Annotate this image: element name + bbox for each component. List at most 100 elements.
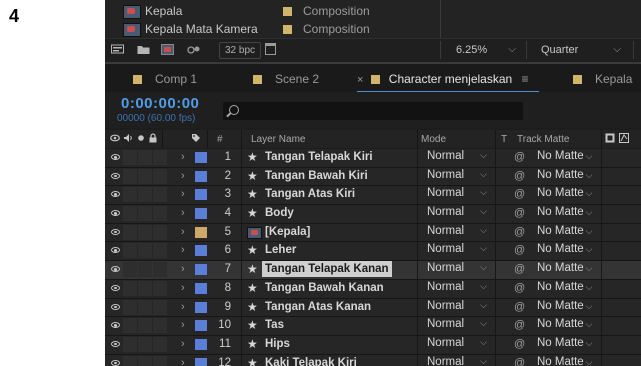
- label-color-swatch[interactable]: [195, 189, 207, 201]
- preserve-transparency-icon[interactable]: @: [514, 151, 525, 163]
- video-switch-icon[interactable]: [110, 133, 120, 143]
- magnification-dropdown[interactable]: 6.25% ⌵: [446, 42, 522, 58]
- layer-name[interactable]: [Kepala]: [265, 226, 310, 238]
- lock-switch-cell[interactable]: [153, 187, 167, 203]
- tab-character-menjelaskan[interactable]: × Character menjelaskan ≡: [357, 64, 539, 94]
- current-time-display[interactable]: 0:00:00:00: [121, 95, 199, 112]
- delete-icon[interactable]: [265, 43, 276, 55]
- blend-mode-dropdown[interactable]: Normal ⌵: [419, 281, 491, 296]
- label-color-swatch[interactable]: [195, 338, 207, 350]
- preserve-transparency-icon[interactable]: @: [514, 170, 525, 182]
- blend-mode-dropdown[interactable]: Normal ⌵: [419, 169, 491, 184]
- preserve-transparency-icon[interactable]: @: [514, 207, 525, 219]
- layer-row[interactable]: › 11 ★ Hips Normal ⌵ @ No Matte ⌵: [105, 335, 641, 355]
- label-color-swatch[interactable]: [195, 170, 207, 182]
- layer-name[interactable]: Hips: [265, 338, 290, 350]
- lock-switch-cell[interactable]: [153, 224, 167, 240]
- preserve-transparency-icon[interactable]: @: [514, 244, 525, 256]
- track-matte-dropdown[interactable]: No Matte ⌵: [537, 356, 593, 366]
- preserve-transparency-icon[interactable]: @: [514, 319, 525, 331]
- layer-row[interactable]: › 2 ★ Tangan Bawah Kiri Normal ⌵ @ No Matte ⌵: [105, 167, 641, 187]
- lock-switch-cell[interactable]: [153, 280, 167, 296]
- visibility-eye-icon[interactable]: [111, 210, 120, 217]
- blend-mode-dropdown[interactable]: Normal ⌵: [419, 337, 491, 352]
- lock-switch-cell[interactable]: [153, 168, 167, 184]
- solo-switch-cell[interactable]: [138, 336, 152, 352]
- visibility-eye-icon[interactable]: [111, 247, 120, 254]
- track-matte-dropdown[interactable]: No Matte ⌵: [537, 169, 593, 181]
- preserve-transparency-icon[interactable]: @: [514, 301, 525, 313]
- layer-row[interactable]: › 4 ★ Body Normal ⌵ @ No Matte ⌵: [105, 205, 641, 224]
- chevron-right-icon[interactable]: ›: [181, 188, 185, 200]
- label-color-swatch[interactable]: [195, 152, 207, 163]
- chevron-right-icon[interactable]: ›: [181, 151, 185, 163]
- search-input[interactable]: [223, 102, 523, 120]
- column-t[interactable]: T: [501, 134, 507, 145]
- preserve-transparency-icon[interactable]: @: [514, 188, 525, 200]
- blend-mode-dropdown[interactable]: Normal ⌵: [419, 243, 491, 258]
- tab-comp-1[interactable]: Comp 1: [133, 64, 197, 94]
- label-color-swatch[interactable]: [195, 226, 207, 238]
- label-color-swatch[interactable]: [195, 282, 207, 294]
- preserve-transparency-icon[interactable]: @: [514, 226, 525, 238]
- lock-icon[interactable]: [148, 133, 158, 143]
- audio-switch-cell[interactable]: [123, 318, 137, 334]
- layer-name[interactable]: Tangan Atas Kiri: [265, 188, 355, 200]
- chevron-right-icon[interactable]: ›: [181, 263, 185, 275]
- solo-switch-cell[interactable]: [138, 168, 152, 184]
- lock-switch-cell[interactable]: [153, 299, 167, 315]
- audio-switch-cell[interactable]: [123, 187, 137, 203]
- track-matte-dropdown[interactable]: No Matte ⌵: [537, 225, 593, 237]
- visibility-eye-icon[interactable]: [111, 303, 120, 310]
- layer-name[interactable]: Tangan Bawah Kanan: [265, 282, 384, 294]
- audio-switch-cell[interactable]: [123, 168, 137, 184]
- track-matte-dropdown[interactable]: No Matte ⌵: [537, 318, 593, 330]
- solo-switch-cell[interactable]: [138, 318, 152, 334]
- project-item[interactable]: Kepala Composition: [105, 3, 545, 20]
- layer-name[interactable]: Tas: [265, 319, 284, 331]
- layer-row[interactable]: › 1 ★ Tangan Telapak Kiri Normal ⌵ @ No Matte ⌵: [105, 149, 641, 168]
- solo-switch-cell[interactable]: [138, 262, 152, 278]
- chevron-right-icon[interactable]: ›: [181, 357, 185, 366]
- audio-switch-icon[interactable]: [123, 133, 133, 143]
- audio-switch-cell[interactable]: [123, 224, 137, 240]
- new-composition-icon[interactable]: [161, 44, 174, 55]
- layer-name[interactable]: Body: [265, 207, 294, 219]
- layer-row[interactable]: › 3 ★ Tangan Atas Kiri Normal ⌵ @ No Matte ⌵: [105, 186, 641, 206]
- layer-name[interactable]: Tangan Telapak Kanan: [262, 261, 392, 278]
- resolution-dropdown[interactable]: Quarter ⌵: [535, 42, 627, 58]
- project-settings-icon[interactable]: [187, 44, 202, 55]
- lock-switch-cell[interactable]: [153, 318, 167, 334]
- layer-row[interactable]: › 10 ★ Tas Normal ⌵ @ No Matte ⌵: [105, 317, 641, 336]
- lock-switch-cell[interactable]: [153, 243, 167, 259]
- chevron-right-icon[interactable]: ›: [181, 282, 185, 294]
- preserve-transparency-icon[interactable]: @: [514, 338, 525, 350]
- layer-name[interactable]: Kaki Telapak Kiri: [265, 357, 357, 366]
- column-mode[interactable]: Mode: [421, 134, 446, 145]
- solo-switch-cell[interactable]: [138, 299, 152, 315]
- audio-switch-cell[interactable]: [123, 280, 137, 296]
- track-matte-dropdown[interactable]: No Matte ⌵: [537, 150, 593, 162]
- chevron-right-icon[interactable]: ›: [181, 319, 185, 331]
- track-matte-dropdown[interactable]: No Matte ⌵: [537, 262, 593, 274]
- layer-row[interactable]: › 6 ★ Leher Normal ⌵ @ No Matte ⌵: [105, 242, 641, 262]
- solo-switch-cell[interactable]: [138, 355, 152, 366]
- audio-switch-cell[interactable]: [123, 299, 137, 315]
- blend-mode-dropdown[interactable]: Normal ⌵: [419, 206, 491, 221]
- preserve-transparency-icon[interactable]: @: [514, 357, 525, 366]
- column-track-matte[interactable]: Track Matte: [517, 134, 569, 145]
- solo-switch-cell[interactable]: [138, 280, 152, 296]
- solo-switch-cell[interactable]: [138, 150, 152, 165]
- solo-switch-cell[interactable]: [138, 187, 152, 203]
- lock-switch-cell[interactable]: [153, 355, 167, 366]
- label-color-swatch[interactable]: [195, 357, 207, 366]
- audio-switch-cell[interactable]: [123, 150, 137, 165]
- solo-switch-cell[interactable]: [138, 206, 152, 222]
- layer-name[interactable]: Tangan Telapak Kiri: [265, 151, 373, 163]
- lock-switch-cell[interactable]: [153, 336, 167, 352]
- track-matte-dropdown[interactable]: No Matte ⌵: [537, 243, 593, 255]
- audio-switch-cell[interactable]: [123, 355, 137, 366]
- layer-name[interactable]: Tangan Atas Kanan: [265, 301, 371, 313]
- visibility-eye-icon[interactable]: [111, 191, 120, 198]
- visibility-eye-icon[interactable]: [111, 154, 120, 160]
